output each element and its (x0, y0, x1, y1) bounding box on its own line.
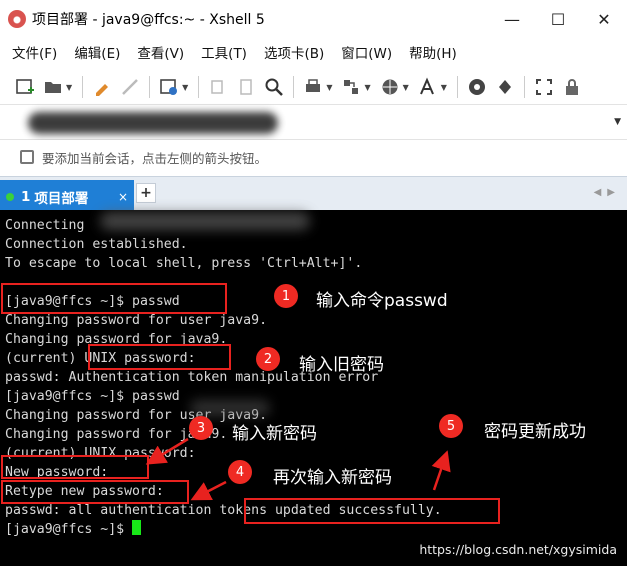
fullscreen-icon[interactable] (533, 76, 555, 98)
chevron-down-icon[interactable]: ▼ (403, 83, 409, 92)
tab-number: 1 (21, 189, 31, 205)
toolbar-divider (293, 76, 295, 98)
highlight-new-password (1, 455, 149, 479)
session-hint-bar: 要添加当前会话，点击左侧的箭头按钮。 (0, 140, 627, 174)
terminal-prompt: [java9@ffcs ~]$ (5, 522, 133, 537)
step-note-4: 再次输入新密码 (273, 468, 392, 488)
menu-edit[interactable]: 编辑(E) (74, 42, 120, 62)
menu-window[interactable]: 窗口(W) (341, 42, 392, 62)
maximize-button[interactable]: ☐ (535, 0, 581, 38)
terminal-line: Connecting (5, 218, 85, 233)
font-icon[interactable] (417, 76, 439, 98)
toolbar-divider (149, 76, 151, 98)
copy-icon[interactable] (207, 76, 229, 98)
step-badge-5: 5 (439, 414, 463, 438)
terminal-line: [java9@ffcs ~]$ passwd (5, 389, 180, 404)
add-tab-button[interactable]: + (136, 183, 156, 203)
menu-tools[interactable]: 工具(T) (201, 42, 247, 62)
tab-scroll-arrows[interactable]: ◀▶ (594, 187, 621, 198)
highlight-passwd-command (1, 283, 227, 314)
step-badge-3: 3 (189, 416, 213, 440)
lock-icon[interactable] (561, 76, 583, 98)
tab-label: 项目部署 (34, 191, 89, 207)
step-badge-4: 4 (228, 460, 252, 484)
terminal-line: To escape to local shell, press 'Ctrl+Al… (5, 256, 363, 271)
close-button[interactable]: ✕ (581, 0, 627, 38)
redacted-address (28, 112, 278, 134)
xftp-icon[interactable] (494, 76, 516, 98)
terminal[interactable]: Connecting Connection established. To es… (0, 210, 627, 566)
toolbar-divider (82, 76, 84, 98)
arrow-icon[interactable] (20, 150, 34, 164)
tab-close-icon[interactable]: × (118, 190, 128, 204)
highlight-success-message (244, 498, 500, 524)
step-badge-2: 2 (256, 347, 280, 371)
terminal-line: Connection established. (5, 237, 188, 252)
new-session-icon[interactable] (14, 76, 36, 98)
chevron-down-icon[interactable]: ▼ (441, 83, 447, 92)
xshell-app-icon (8, 10, 26, 28)
connected-status-icon (6, 193, 14, 201)
xshell-logo-icon[interactable] (466, 76, 488, 98)
tab-project-deploy[interactable]: 1 项目部署 × (0, 180, 134, 211)
menu-file[interactable]: 文件(F) (12, 42, 57, 62)
highlight-current-password (88, 344, 231, 370)
open-folder-icon[interactable] (42, 76, 64, 98)
blog-watermark: https://blog.csdn.net/xgysimida (419, 542, 617, 557)
step-note-3: 输入新密码 (232, 424, 317, 444)
disconnect-icon[interactable] (119, 76, 141, 98)
address-bar[interactable]: ▼ (0, 104, 627, 140)
chevron-down-icon[interactable]: ▼ (614, 117, 621, 127)
chevron-down-icon[interactable]: ▼ (182, 83, 188, 92)
terminal-cursor (132, 520, 142, 535)
toolbar-divider (198, 76, 200, 98)
step-note-2: 输入旧密码 (299, 355, 384, 375)
minimize-button[interactable]: — (489, 0, 535, 38)
menu-help[interactable]: 帮助(H) (409, 42, 457, 62)
print-icon[interactable] (302, 76, 324, 98)
menu-tabs[interactable]: 选项卡(B) (264, 42, 324, 62)
transfer-icon[interactable] (340, 76, 362, 98)
highlight-retype-password (1, 480, 189, 504)
menu-bar: 文件(F) 编辑(E) 查看(V) 工具(T) 选项卡(B) 窗口(W) 帮助(… (0, 38, 627, 66)
toolbar-divider (456, 76, 458, 98)
tab-bar: 1 项目部署 × + ◀▶ (0, 176, 627, 211)
step-note-5: 密码更新成功 (484, 422, 586, 442)
step-note-1: 输入命令passwd (316, 291, 448, 311)
chevron-down-icon[interactable]: ▼ (326, 83, 332, 92)
chevron-down-icon[interactable]: ▼ (66, 83, 72, 92)
step-badge-1: 1 (274, 284, 298, 308)
properties-icon[interactable] (91, 76, 113, 98)
redacted-text (190, 400, 270, 416)
session-hint-text: 要添加当前会话，点击左侧的箭头按钮。 (42, 150, 268, 166)
toolbar-divider (523, 76, 525, 98)
paste-icon[interactable] (235, 76, 257, 98)
chevron-down-icon[interactable]: ▼ (364, 83, 370, 92)
menu-view[interactable]: 查看(V) (137, 42, 184, 62)
globe-icon[interactable] (379, 76, 401, 98)
window-title: 项目部署 - java9@ffcs:~ - Xshell 5 (32, 12, 265, 28)
settings-icon[interactable] (158, 76, 180, 98)
toolbar: ▼ ▼ ▼ ▼ ▼ ▼ (0, 70, 627, 104)
redacted-host (100, 212, 310, 230)
title-bar: 项目部署 - java9@ffcs:~ - Xshell 5 — ☐ ✕ (0, 0, 627, 38)
terminal-prompt-line: [java9@ffcs ~]$ (5, 520, 142, 539)
search-icon[interactable] (263, 76, 285, 98)
